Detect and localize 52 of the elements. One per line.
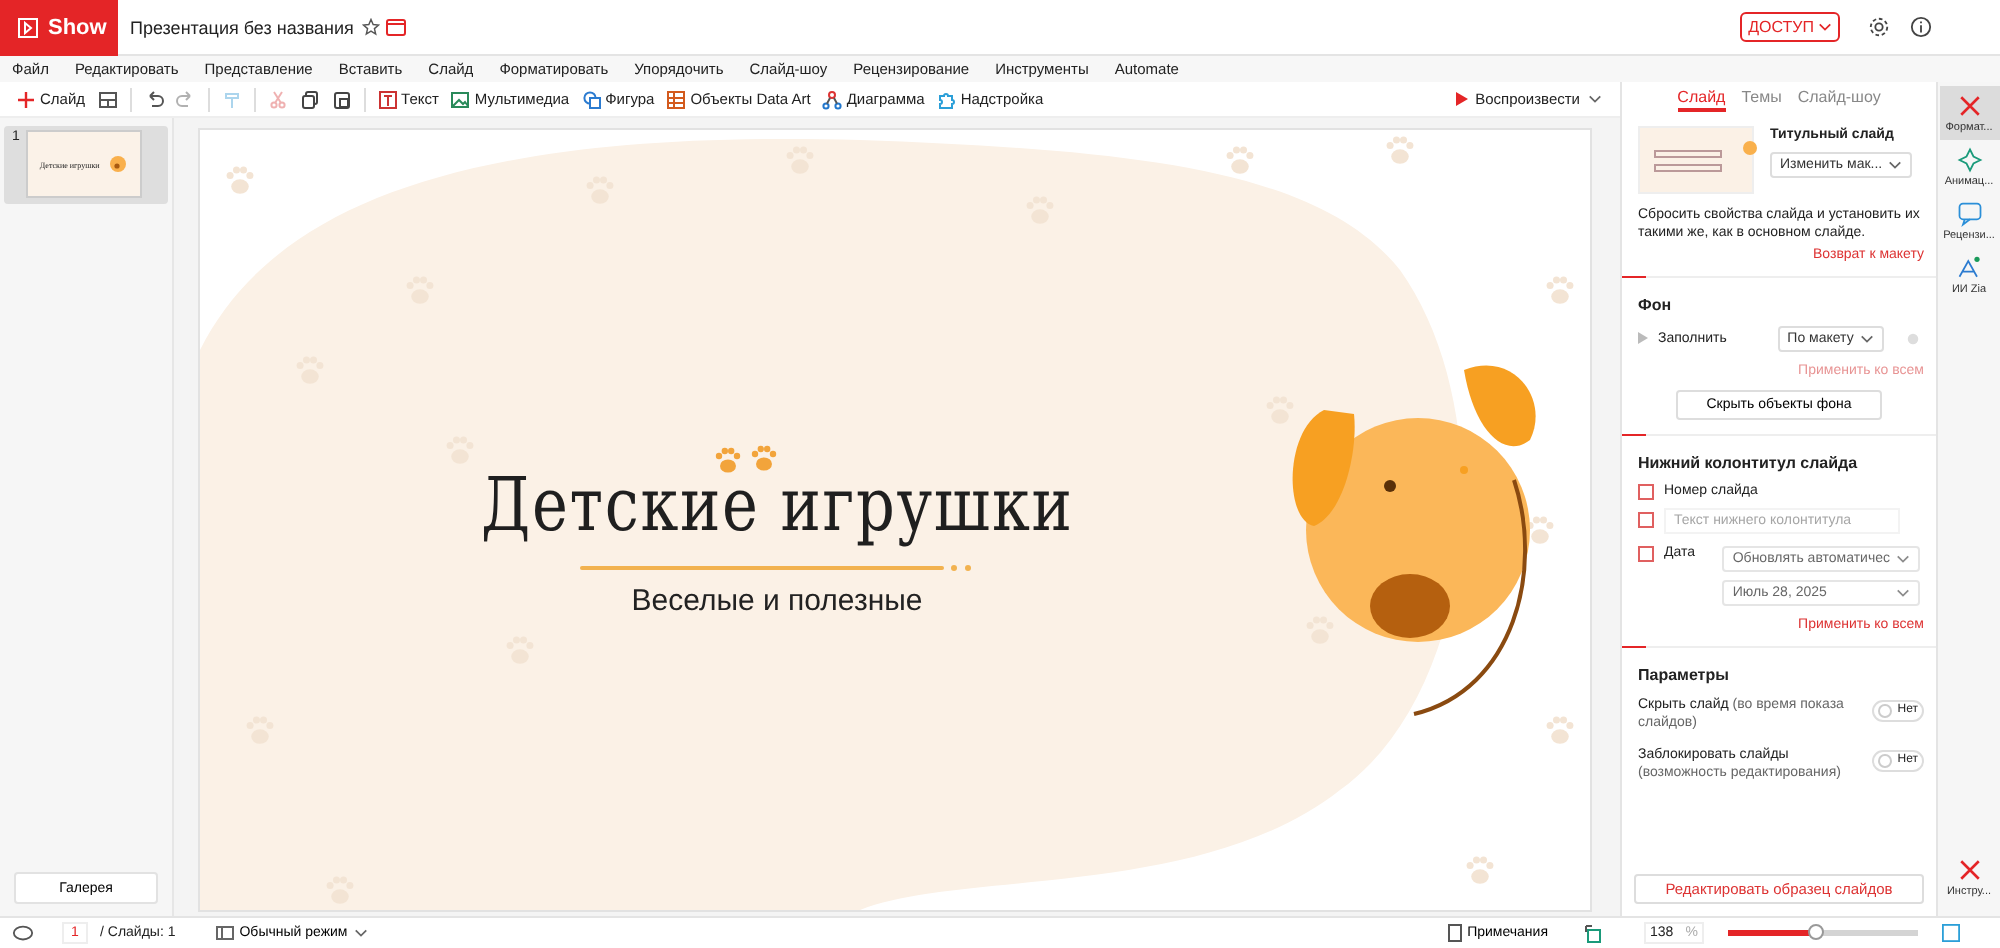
- dog-icon: [1742, 140, 1758, 156]
- shape-icon: [581, 89, 602, 109]
- zoom-slider[interactable]: [1728, 930, 1918, 936]
- comment-icon: [1955, 200, 1983, 228]
- text-box-icon: [377, 89, 398, 109]
- share-button[interactable]: ДОСТУП: [1740, 12, 1840, 42]
- play-icon: [1455, 92, 1468, 106]
- copy-icon: [299, 89, 320, 109]
- panel-tab[interactable]: Слайд: [1677, 85, 1726, 111]
- settings-icon: [1868, 16, 1890, 38]
- caret-icon: [1896, 587, 1910, 598]
- star-icon: [361, 18, 380, 36]
- fit-screen-icon: [1942, 924, 1960, 942]
- brush-icon: [221, 89, 242, 109]
- puzzle-icon: [936, 89, 957, 109]
- info-icon: [1910, 16, 1932, 38]
- slide-subtitle: Веселые и полезные: [631, 584, 923, 618]
- caret-icon: [1818, 22, 1832, 32]
- grid-icon: [666, 89, 687, 109]
- caret-icon: [1888, 160, 1903, 170]
- sparkle-icon: [1955, 146, 1983, 174]
- section-heading: Параметры: [1638, 665, 1731, 684]
- caret-icon: [1896, 553, 1910, 564]
- section-heading: Нижний колонтитул слайда: [1638, 453, 1860, 472]
- diagram-icon: [822, 89, 843, 109]
- normal-view-icon: [215, 926, 234, 940]
- panel-tab[interactable]: Слайд-шоу: [1797, 85, 1881, 111]
- section-heading: Фон: [1638, 295, 1674, 314]
- scissors-icon: [267, 89, 288, 109]
- zoom-slider-thumb[interactable]: [1807, 924, 1824, 940]
- plus-icon: [16, 89, 36, 109]
- caret-icon: [1860, 333, 1874, 344]
- checkbox[interactable]: [1638, 483, 1654, 500]
- layout-icon: [97, 89, 118, 109]
- caret-icon: [1588, 94, 1602, 104]
- panel-tab[interactable]: Темы: [1741, 85, 1782, 111]
- note-icon: [1447, 924, 1462, 942]
- image-icon: [450, 89, 471, 109]
- redo-icon: [175, 89, 196, 109]
- dog-icon: [107, 154, 128, 174]
- fit-slide-icon: [1584, 923, 1604, 943]
- app-logo[interactable]: Show: [0, 0, 118, 55]
- clipboard-icon: [331, 89, 352, 109]
- undo-icon: [143, 89, 164, 109]
- expand-arrow-icon: [1638, 332, 1648, 345]
- document-title: Презентация без названия: [130, 17, 354, 37]
- app-name: Show: [48, 15, 107, 39]
- ai-icon: [1955, 254, 1983, 282]
- caret-icon: [353, 928, 368, 938]
- play-box-icon: [18, 17, 38, 37]
- color-settings-icon: [1906, 331, 1920, 346]
- slide-title: Детские игрушки: [480, 462, 1074, 548]
